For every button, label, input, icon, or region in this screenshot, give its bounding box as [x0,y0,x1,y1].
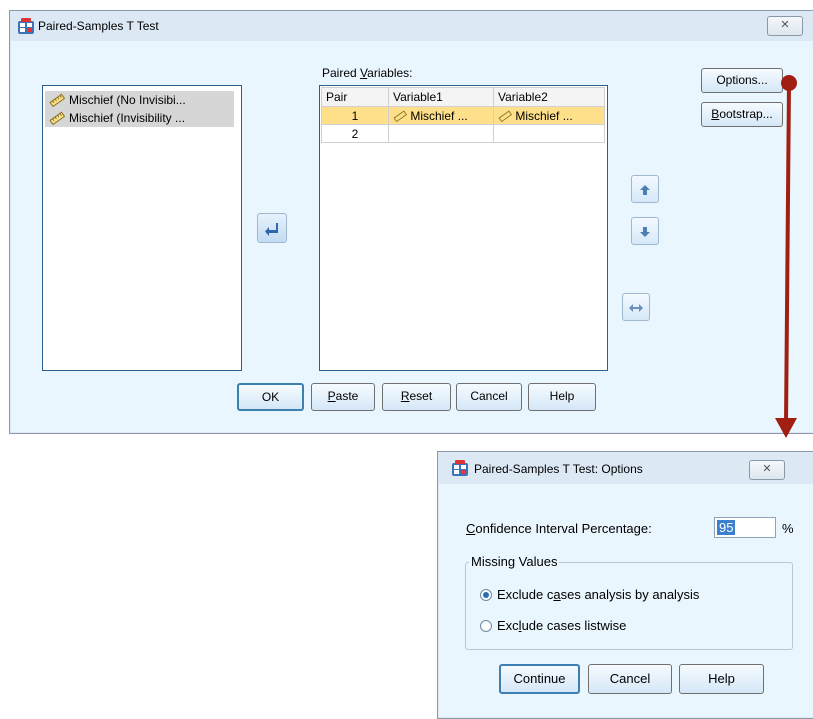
arrow-return-left-icon [265,223,278,237]
options-titlebar[interactable]: Paired-Samples T Test: Options ✕ [438,452,813,484]
swap-arrows-icon [629,304,643,313]
options-button[interactable]: Options... [701,68,783,93]
pair-number-cell: 1 [321,106,389,125]
table-row[interactable]: 2 [321,124,605,143]
bootstrap-button[interactable]: Bootstrap... [701,102,783,127]
help-button[interactable]: Help [528,383,596,411]
scale-ruler-icon [49,111,65,125]
move-to-paired-button[interactable] [257,213,287,243]
variable1-cell[interactable] [388,124,494,143]
paste-button[interactable]: Paste [311,383,375,411]
column-header-pair: Pair [321,87,389,107]
confidence-interval-label: Confidence Interval Percentage: [466,521,652,536]
move-down-button[interactable] [631,217,659,245]
exclude-analysis-by-analysis-radio[interactable] [480,589,492,601]
source-variable-item[interactable]: Mischief (Invisibility ... [45,109,234,127]
swap-variables-button[interactable] [622,293,650,321]
variable1-cell[interactable]: Mischief ... [388,106,494,125]
move-up-button[interactable] [631,175,659,203]
main-titlebar[interactable]: Paired-Samples T Test ✕ [10,11,813,41]
options-close-button[interactable]: ✕ [749,460,785,480]
exclude-listwise-label[interactable]: Exclude cases listwise [497,618,626,633]
arrow-down-icon [640,227,650,238]
spss-app-icon [18,18,34,34]
missing-values-legend: Missing Values [469,554,560,569]
exclude-analysis-by-analysis-label[interactable]: Exclude cases analysis by analysis [497,587,699,602]
main-dialog: Paired-Samples T Test ✕ Mischief (No Inv… [9,10,813,434]
percent-sign: % [782,521,794,536]
variable2-cell[interactable] [493,124,605,143]
options-dialog-title: Paired-Samples T Test: Options [474,462,643,476]
close-icon: ✕ [780,19,790,31]
source-variable-list[interactable]: Mischief (No Invisibi... Mischief (Invis… [42,85,242,371]
continue-button[interactable]: Continue [499,664,580,694]
close-icon: ✕ [762,463,772,475]
spss-app-icon [452,460,468,476]
missing-values-group [465,562,793,650]
paired-variables-label: Paired Variables: [322,66,413,80]
column-header-variable2: Variable2 [493,87,605,107]
main-dialog-title: Paired-Samples T Test [38,19,159,33]
source-variable-label: Mischief (No Invisibi... [69,93,186,107]
table-header-row: Pair Variable1 Variable2 [321,87,605,107]
pair-number-cell: 2 [321,124,389,143]
source-variable-item[interactable]: Mischief (No Invisibi... [45,91,234,109]
exclude-listwise-radio[interactable] [480,620,492,632]
options-cancel-button[interactable]: Cancel [588,664,672,694]
scale-ruler-icon [49,93,65,107]
table-row[interactable]: 1 Mischief ... Mischief ... [321,106,605,125]
cancel-button[interactable]: Cancel [456,383,522,411]
main-close-button[interactable]: ✕ [767,16,803,36]
paired-variables-table[interactable]: Pair Variable1 Variable2 1 Mischief ... … [321,87,605,143]
paired-variables-table-box[interactable]: Pair Variable1 Variable2 1 Mischief ... … [319,85,608,371]
variable2-cell[interactable]: Mischief ... [493,106,605,125]
confidence-interval-input[interactable]: 95 [714,517,776,538]
options-dialog: Paired-Samples T Test: Options ✕ Confide… [437,451,813,719]
scale-ruler-icon [498,110,512,123]
reset-button[interactable]: Reset [382,383,451,411]
arrow-up-icon [640,185,650,196]
options-help-button[interactable]: Help [679,664,764,694]
column-header-variable1: Variable1 [388,87,494,107]
scale-ruler-icon [393,110,407,123]
source-variable-label: Mischief (Invisibility ... [69,111,186,125]
ok-button[interactable]: OK [237,383,304,411]
